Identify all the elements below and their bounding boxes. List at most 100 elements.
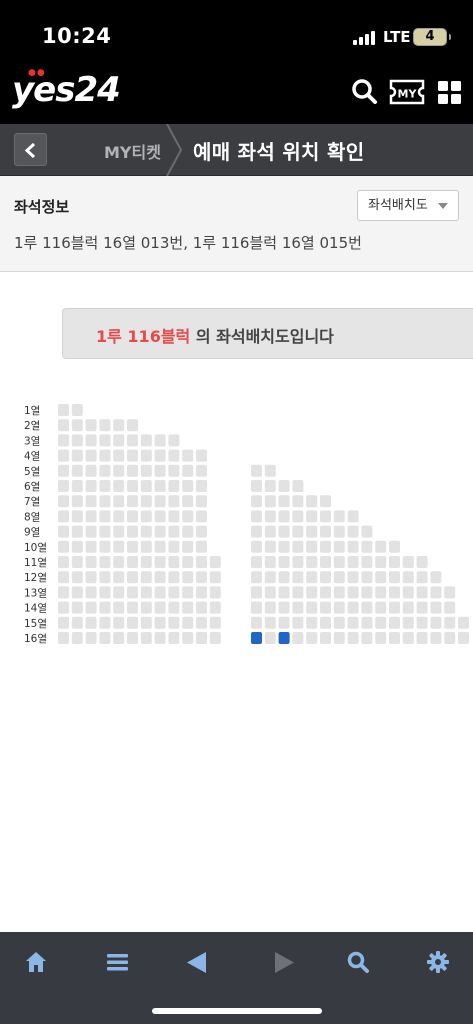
seat[interactable] [209,586,221,599]
seat[interactable] [264,525,276,538]
seat[interactable] [99,510,111,523]
seat[interactable] [127,480,138,492]
seat[interactable] [209,556,221,568]
seat[interactable] [375,571,387,584]
seat[interactable] [71,404,83,416]
yes24-logo[interactable]: yes24 [12,70,121,110]
seat[interactable] [209,601,221,614]
seat[interactable] [333,586,345,599]
seat[interactable] [168,540,180,553]
seat[interactable] [292,616,304,629]
seat[interactable] [182,525,194,538]
seat[interactable] [127,464,138,477]
seat[interactable] [168,464,180,477]
seat[interactable] [113,434,125,447]
seat[interactable] [99,449,111,462]
seat[interactable] [168,571,180,584]
seat[interactable] [58,510,69,523]
seat[interactable] [347,632,359,644]
seat[interactable] [209,632,221,644]
seat[interactable] [182,632,194,644]
seat[interactable] [333,540,345,553]
seat[interactable] [140,464,152,477]
seat[interactable] [251,571,262,584]
seat[interactable] [375,540,387,553]
seat[interactable] [182,495,194,508]
seat[interactable] [306,525,318,538]
seat[interactable] [113,510,125,523]
seat[interactable] [58,419,69,432]
seat[interactable] [196,632,207,644]
seat[interactable] [168,510,180,523]
seat[interactable] [251,464,262,477]
seat[interactable] [402,632,414,644]
seat[interactable] [264,540,276,553]
seat[interactable] [99,586,111,599]
seat[interactable] [140,571,152,584]
seat[interactable] [113,449,125,462]
seat[interactable] [306,616,318,629]
seat[interactable] [168,525,180,538]
seat[interactable] [292,556,304,568]
seat[interactable] [154,480,166,492]
menu-grid-icon[interactable] [437,77,463,107]
seat[interactable] [127,556,138,568]
seat[interactable] [306,540,318,553]
seat[interactable] [375,616,387,629]
seat[interactable] [278,556,290,568]
seat[interactable] [292,601,304,614]
seat[interactable] [154,632,166,644]
seat[interactable] [375,601,387,614]
seat[interactable] [85,540,97,553]
seat[interactable] [168,601,180,614]
seat[interactable] [85,571,97,584]
seat[interactable] [154,601,166,614]
seat[interactable] [264,480,276,492]
seat[interactable] [306,571,318,584]
seat[interactable] [333,616,345,629]
seat[interactable] [168,556,180,568]
seat[interactable] [251,586,262,599]
seat[interactable] [71,632,83,644]
seat[interactable] [430,586,442,599]
seat[interactable] [416,616,428,629]
seat[interactable] [58,586,69,599]
seat[interactable] [127,495,138,508]
seat[interactable] [182,449,194,462]
seat[interactable] [113,616,125,629]
seat[interactable] [209,571,221,584]
seat[interactable] [402,586,414,599]
seat[interactable] [333,632,345,644]
seat[interactable] [127,510,138,523]
seat[interactable] [389,556,400,568]
seat[interactable] [430,571,442,584]
seat[interactable] [71,434,83,447]
seat[interactable] [389,586,400,599]
seat[interactable] [154,586,166,599]
seat[interactable] [140,510,152,523]
seat[interactable] [140,449,152,462]
seat[interactable] [402,601,414,614]
seat[interactable] [196,601,207,614]
seat[interactable] [113,556,125,568]
seat[interactable] [140,601,152,614]
seat[interactable] [278,616,290,629]
seat[interactable] [264,464,276,477]
seat[interactable] [389,571,400,584]
seat[interactable] [430,632,442,644]
seat[interactable] [416,586,428,599]
seat[interactable] [168,632,180,644]
seat[interactable] [444,616,456,629]
seat[interactable] [71,510,83,523]
seat[interactable] [264,616,276,629]
seat[interactable] [251,540,262,553]
seat[interactable] [196,525,207,538]
seat[interactable] [347,616,359,629]
seat[interactable] [154,449,166,462]
seat[interactable] [127,586,138,599]
seat[interactable] [168,449,180,462]
seat[interactable] [375,586,387,599]
list-icon[interactable] [97,942,137,982]
seat[interactable] [71,449,83,462]
seat[interactable] [113,419,125,432]
